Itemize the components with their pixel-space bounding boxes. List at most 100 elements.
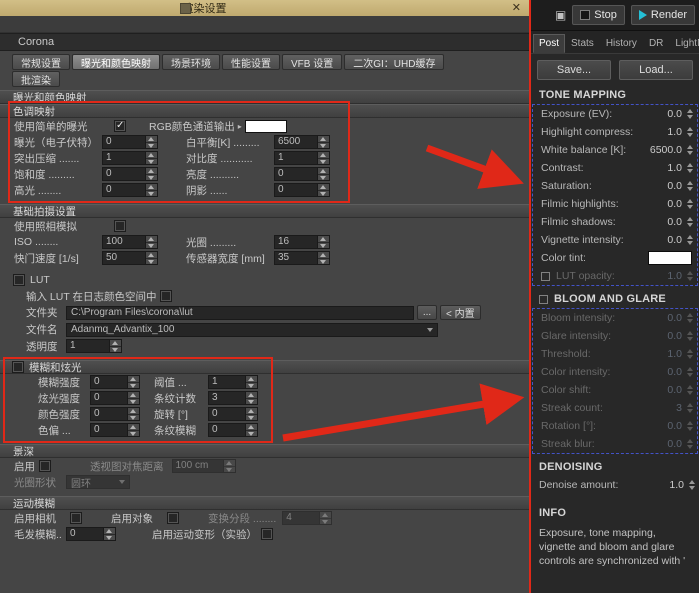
load-button[interactable]: Load...: [619, 60, 693, 80]
down-arrow-icon[interactable]: [318, 143, 329, 149]
down-arrow-icon[interactable]: [687, 241, 693, 245]
spinner-arrows[interactable]: [317, 236, 329, 248]
render-button[interactable]: Render: [631, 5, 695, 25]
color-tint-swatch[interactable]: [648, 251, 692, 265]
white-balance-value[interactable]: 6500.0: [638, 144, 685, 156]
shutter-spinner[interactable]: 50: [102, 251, 158, 265]
filmic-shadows-value[interactable]: 0.0: [638, 216, 685, 228]
stepper[interactable]: [685, 217, 694, 227]
lut-folder-input[interactable]: C:\Program Files\corona\lut: [66, 306, 414, 320]
lut-log-checkbox[interactable]: [161, 291, 171, 301]
spinner-arrows[interactable]: [127, 424, 139, 436]
stepper[interactable]: [685, 181, 694, 191]
spinner-arrows[interactable]: [127, 392, 139, 404]
spinner-arrows[interactable]: [145, 184, 157, 196]
up-arrow-icon[interactable]: [687, 163, 693, 167]
down-arrow-icon[interactable]: [687, 223, 693, 227]
bloom-intensity-spinner[interactable]: 0: [90, 375, 140, 389]
sensor-width-spinner[interactable]: 35: [274, 251, 330, 265]
bloom-glare-enable-checkbox[interactable]: [13, 362, 23, 372]
streak-blur-spinner[interactable]: 0: [208, 423, 258, 437]
stepper[interactable]: [685, 109, 694, 119]
tab-history[interactable]: History: [600, 34, 643, 53]
spinner-arrows[interactable]: [317, 168, 329, 180]
rgb-output-color-swatch[interactable]: [245, 120, 287, 133]
stepper[interactable]: [685, 145, 694, 155]
tab-performance[interactable]: 性能设置: [222, 54, 280, 70]
color-shift-spinner[interactable]: 0: [90, 423, 140, 437]
filmic-highlights-value[interactable]: 0.0: [638, 198, 685, 210]
down-arrow-icon[interactable]: [687, 187, 693, 191]
lut-opacity-checkbox[interactable]: [541, 272, 550, 281]
down-arrow-icon[interactable]: [689, 486, 695, 490]
down-arrow-icon[interactable]: [246, 399, 257, 405]
denoise-amount-value[interactable]: 1.0: [640, 479, 687, 491]
iso-spinner[interactable]: 100: [102, 235, 158, 249]
glare-intensity-spinner[interactable]: 0: [90, 391, 140, 405]
spinner-arrows[interactable]: [317, 136, 329, 148]
spinner-arrows[interactable]: [145, 252, 157, 264]
saturation-spinner[interactable]: 0: [102, 167, 158, 181]
down-arrow-icon[interactable]: [146, 143, 157, 149]
tab-scene-environment[interactable]: 场景环境: [162, 54, 220, 70]
down-arrow-icon[interactable]: [128, 383, 139, 389]
down-arrow-icon[interactable]: [246, 415, 257, 421]
up-arrow-icon[interactable]: [687, 199, 693, 203]
spinner-arrows[interactable]: [317, 152, 329, 164]
stepper[interactable]: [685, 163, 694, 173]
chevron-right-icon[interactable]: ▸: [238, 122, 242, 131]
spinner-arrows[interactable]: [317, 184, 329, 196]
spinner-arrows[interactable]: [103, 528, 115, 540]
spinner-arrows[interactable]: [245, 408, 257, 420]
down-arrow-icon[interactable]: [318, 159, 329, 165]
saturation-value[interactable]: 0.0: [638, 180, 685, 192]
exposure-ev-value[interactable]: 0.0: [638, 108, 685, 120]
down-arrow-icon[interactable]: [104, 535, 115, 541]
spinner-arrows[interactable]: [145, 152, 157, 164]
highlights-spinner[interactable]: 0: [102, 183, 158, 197]
down-arrow-icon[interactable]: [146, 175, 157, 181]
spinner-arrows[interactable]: [245, 424, 257, 436]
close-icon[interactable]: ✕: [512, 1, 521, 14]
down-arrow-icon[interactable]: [687, 133, 693, 137]
browse-button[interactable]: ...: [417, 305, 437, 320]
hair-blur-spinner[interactable]: 0: [66, 527, 116, 541]
contrast-value[interactable]: 1.0: [638, 162, 685, 174]
spinner-arrows[interactable]: [145, 136, 157, 148]
contrast-spinner[interactable]: 1: [274, 151, 330, 165]
spinner-arrows[interactable]: [245, 392, 257, 404]
down-arrow-icon[interactable]: [246, 431, 257, 437]
highlight-compress-value[interactable]: 1.0: [638, 126, 685, 138]
down-arrow-icon[interactable]: [146, 191, 157, 197]
tab-post[interactable]: Post: [533, 34, 565, 53]
fstop-spinner[interactable]: 16: [274, 235, 330, 249]
spinner-arrows[interactable]: [145, 236, 157, 248]
motion-camera-checkbox[interactable]: [71, 513, 81, 523]
tab-lightmix[interactable]: LightMix: [669, 34, 699, 53]
threshold-spinner[interactable]: 1: [208, 375, 258, 389]
up-arrow-icon[interactable]: [689, 480, 695, 484]
tab-batch-render[interactable]: 批渲染: [12, 71, 60, 87]
lut-opacity-spinner[interactable]: 1: [66, 339, 122, 353]
spinner-arrows[interactable]: [109, 340, 121, 352]
tab-exposure-color[interactable]: 曝光和颜色映射: [72, 54, 160, 70]
highlight-compress-spinner[interactable]: 1: [102, 151, 158, 165]
down-arrow-icon[interactable]: [128, 431, 139, 437]
tab-secondary-gi[interactable]: 二次GI：UHD缓存: [344, 54, 444, 70]
lut-file-dropdown[interactable]: Adanmq_Advantix_100: [66, 323, 438, 337]
motion-deform-checkbox[interactable]: [262, 529, 272, 539]
down-arrow-icon[interactable]: [318, 191, 329, 197]
motion-object-checkbox[interactable]: [168, 513, 178, 523]
down-arrow-icon[interactable]: [687, 115, 693, 119]
bloom-glare-checkbox[interactable]: [539, 295, 548, 304]
up-arrow-icon[interactable]: [687, 127, 693, 131]
window-titlebar[interactable]: 渲染设置 ✕: [0, 0, 529, 16]
builtin-button[interactable]: < 内置: [440, 305, 481, 320]
panel-grid-icon[interactable]: ▣: [555, 8, 566, 22]
down-arrow-icon[interactable]: [687, 151, 693, 155]
down-arrow-icon[interactable]: [146, 159, 157, 165]
up-arrow-icon[interactable]: [687, 109, 693, 113]
spinner-arrows[interactable]: [127, 376, 139, 388]
vignette-intensity-value[interactable]: 0.0: [638, 234, 685, 246]
spinner-arrows[interactable]: [245, 376, 257, 388]
